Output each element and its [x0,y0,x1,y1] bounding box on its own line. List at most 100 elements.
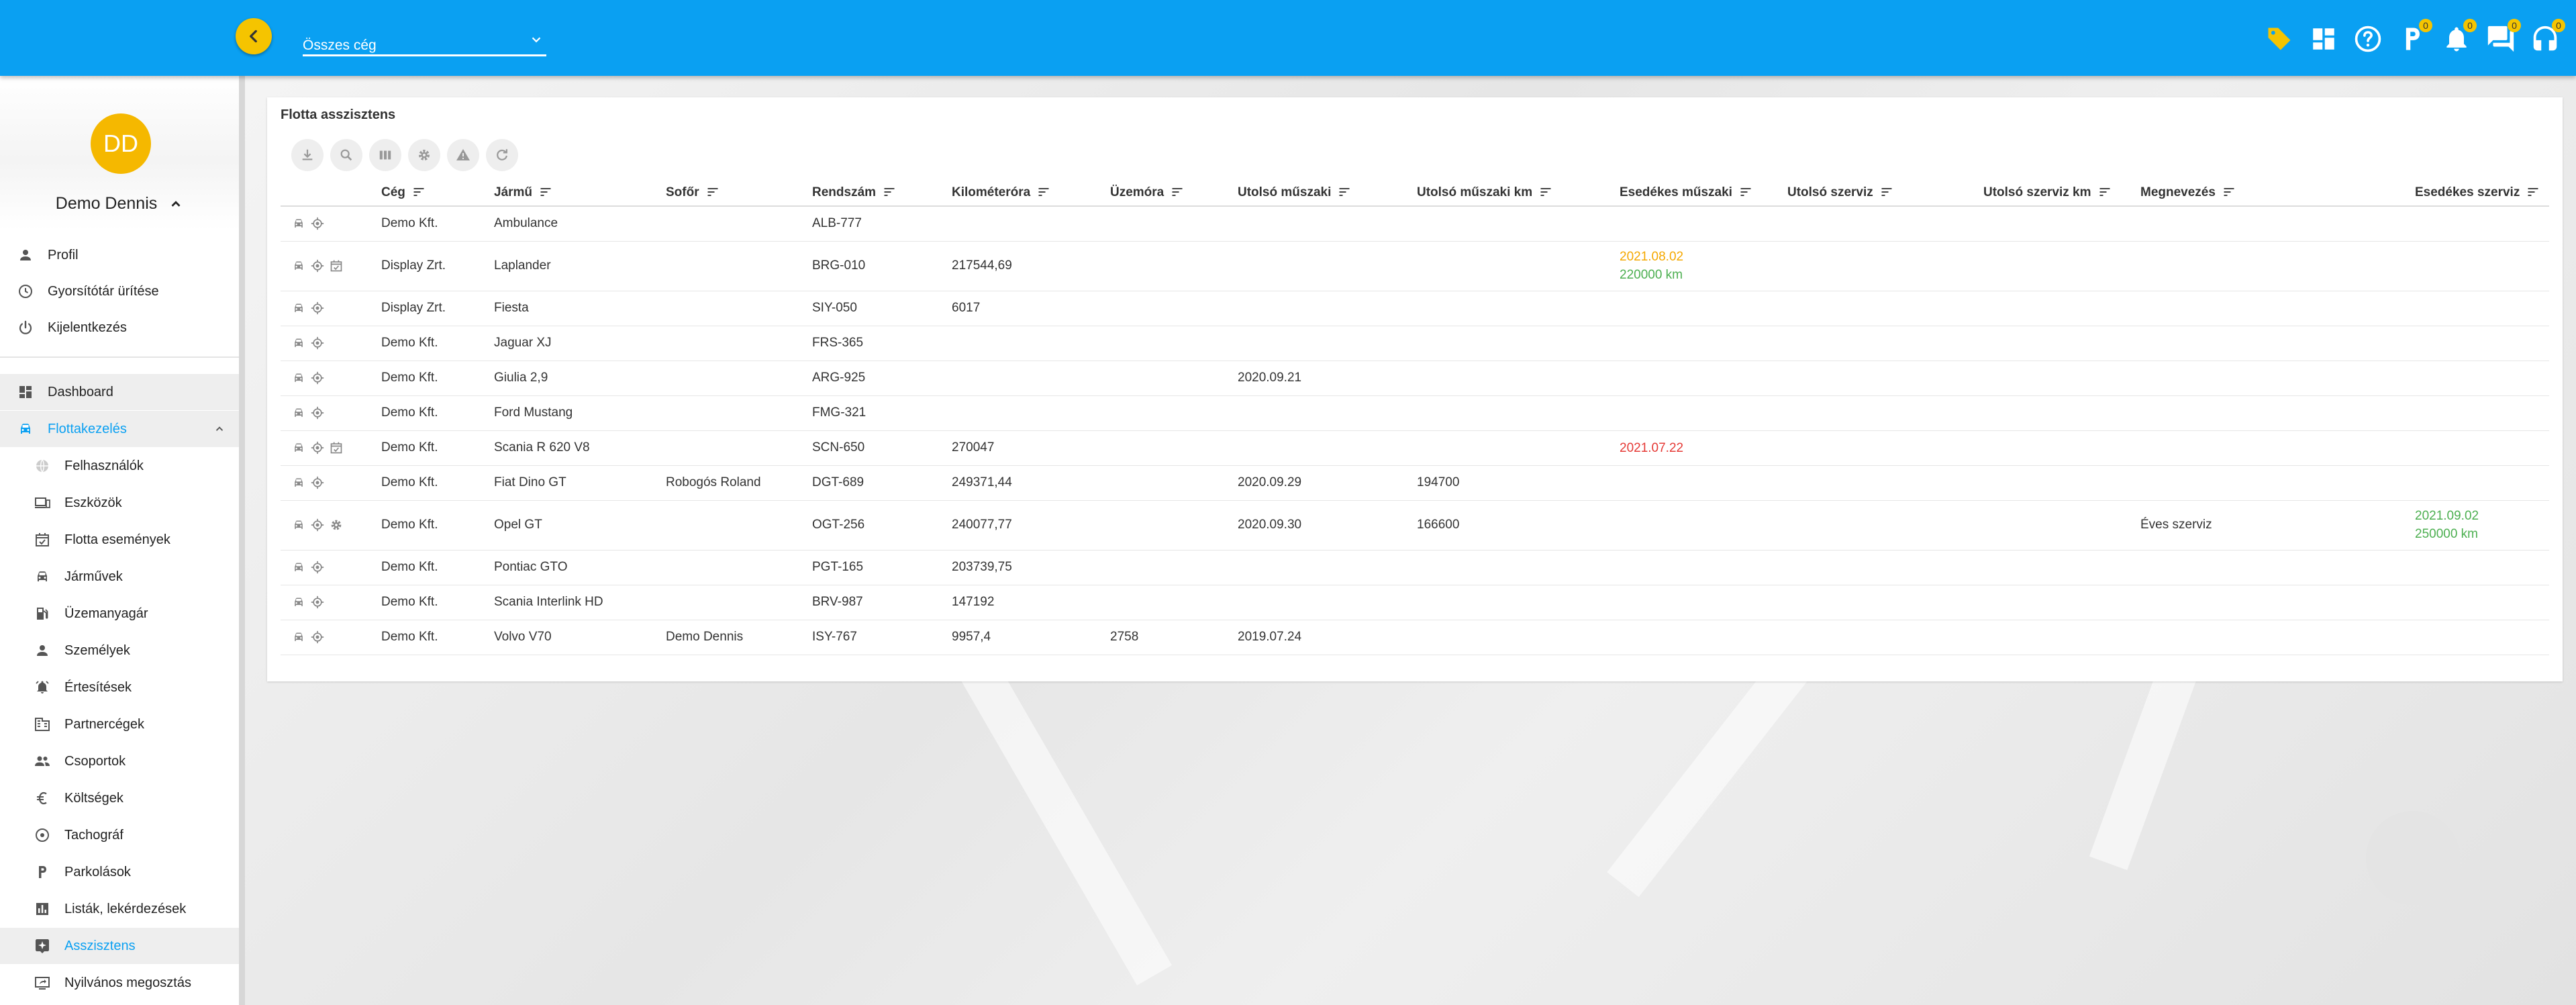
sidebar-scrollbar[interactable] [239,76,245,1005]
car-icon[interactable] [291,371,306,385]
messages-button[interactable]: 0 [2485,19,2521,55]
menu-item-public-share[interactable]: Nyilvános megosztás [0,965,239,1001]
menu-item-costs[interactable]: Költségek [0,780,239,816]
column-header[interactable]: Cég [381,179,494,207]
locate-icon[interactable] [310,258,325,273]
locate-icon[interactable] [310,405,325,420]
column-header[interactable]: Esedékes szerviz [2415,179,2549,207]
menu-item-fleet-events[interactable]: Flotta események [0,522,239,558]
column-header[interactable]: Megnevezés [2140,179,2415,207]
menu-item-label: Csoportok [64,753,126,769]
locate-icon[interactable] [310,560,325,575]
collapse-sidebar-button[interactable] [236,18,272,54]
locate-icon[interactable] [310,475,325,490]
locate-icon[interactable] [310,371,325,385]
chevron-left-icon [250,30,257,43]
cell-km: 249371,44 [952,465,1110,501]
column-header[interactable]: Utolsó szerviz km [1983,179,2140,207]
column-header[interactable]: Üzemóra [1110,179,1238,207]
menu-item-users[interactable]: Felhasználók [0,448,239,484]
table-row[interactable]: Display Zrt. Laplander BRG-010 217544,69 202… [281,241,2549,291]
table-row[interactable]: Demo Kft. Ford Mustang FMG-321 [281,395,2549,431]
column-header[interactable]: Utolsó szerviz [1787,179,1983,207]
car-icon[interactable] [291,405,306,420]
warnings-button[interactable] [447,139,479,171]
locate-icon[interactable] [310,518,325,532]
calendar-check-icon[interactable] [329,440,344,455]
menu-item-partner-companies[interactable]: Partnercégek [0,706,239,743]
menu-item-logout[interactable]: Kijelentkezés [0,309,239,346]
support-button[interactable]: 0 [2529,19,2565,55]
cell-sofor: Robogós Roland [666,465,812,501]
car-icon[interactable] [291,258,306,273]
car-icon[interactable] [291,560,306,575]
refresh-button[interactable] [486,139,518,171]
locate-icon[interactable] [310,595,325,610]
car-icon[interactable] [291,475,306,490]
menu-item-notifications[interactable]: Értesítések [0,669,239,706]
locate-icon[interactable] [310,630,325,644]
locate-icon[interactable] [310,216,325,231]
column-header[interactable]: Esedékes műszaki [1620,179,1787,207]
export-button[interactable] [291,139,324,171]
tag-button[interactable] [2263,23,2295,55]
table-row[interactable]: Demo Kft. Jaguar XJ FRS-365 [281,326,2549,361]
car-icon [17,420,34,438]
column-header[interactable]: Utolsó műszaki km [1417,179,1620,207]
menu-item-clear-cache[interactable]: Gyorsítótár ürítése [0,273,239,309]
table-row[interactable]: Demo Kft. Fiat Dino GT Robogós Roland DGT-6… [281,465,2549,501]
menu-item-groups[interactable]: Csoportok [0,743,239,779]
car-icon[interactable] [291,595,306,610]
table-row[interactable]: Display Zrt. Fiesta SIY-050 6017 [281,291,2549,326]
car-icon[interactable] [291,630,306,644]
menu-item-parking[interactable]: Parkolások [0,854,239,890]
car-icon[interactable] [291,336,306,350]
table-row[interactable]: Demo Kft. Volvo V70 Demo Dennis ISY-767 9957… [281,620,2549,655]
gear-icon[interactable] [329,518,344,532]
cell-uzemora [1110,361,1238,396]
menu-item-assistant[interactable]: Asszisztens [0,928,239,964]
column-header[interactable]: Jármű [494,179,666,207]
columns-button[interactable] [369,139,401,171]
menu-item-fuel-price[interactable]: Üzemanyagár [0,595,239,632]
table-row[interactable]: Demo Kft. Scania R 620 V8 SCN-650 270047 202… [281,430,2549,466]
menu-item-vehicles[interactable]: Járművek [0,559,239,595]
menu-item-reports[interactable]: Listák, lekérdezések [0,891,239,927]
help-button[interactable] [2352,23,2384,55]
parking-button[interactable]: 0 [2396,19,2432,55]
column-header[interactable]: Sofőr [666,179,812,207]
table-row[interactable]: Demo Kft. Scania Interlink HD BRV-987 14719… [281,585,2549,620]
column-header[interactable]: Utolsó műszaki [1238,179,1417,207]
company-select[interactable]: Összes cég [303,30,546,56]
dashboard-grid-button[interactable] [2308,23,2340,55]
menu-item-label: Felhasználók [64,458,144,473]
table-row[interactable]: Demo Kft. Ambulance ALB-777 [281,206,2549,242]
locate-icon[interactable] [310,336,325,350]
cell-uzemora [1110,326,1238,361]
car-icon[interactable] [291,216,306,231]
table-row[interactable]: Demo Kft. Pontiac GTO PGT-165 203739,75 [281,550,2549,585]
menu-item-dashboard[interactable]: Dashboard [0,374,239,410]
table-row[interactable]: Demo Kft. Giulia 2,9 ARG-925 2020.09.21 [281,361,2549,396]
car-icon[interactable] [291,301,306,316]
locate-icon[interactable] [310,301,325,316]
search-button[interactable] [330,139,362,171]
menu-item-tachograph[interactable]: Tachográf [0,817,239,853]
menu-item-persons[interactable]: Személyek [0,632,239,669]
user-name-toggle[interactable]: Demo Dennis [0,194,239,213]
locate-icon[interactable] [310,440,325,455]
cell-ceg: Demo Kft. [381,395,494,431]
settings-button[interactable] [408,139,440,171]
calendar-check-icon[interactable] [329,258,344,273]
notifications-button[interactable]: 0 [2440,19,2477,55]
column-header[interactable]: Rendszám [812,179,952,207]
cell-jarmu: Pontiac GTO [494,550,666,585]
car-icon[interactable] [291,440,306,455]
table-row[interactable]: Demo Kft. Opel GT OGT-256 240077,77 2020.09.… [281,500,2549,551]
car-icon[interactable] [291,518,306,532]
menu-item-fleet-management[interactable]: Flottakezelés [0,411,239,447]
avatar[interactable]: DD [91,113,151,174]
menu-item-profile[interactable]: Profil [0,237,239,273]
column-header[interactable]: Kilométeróra [952,179,1110,207]
menu-item-devices[interactable]: Eszközök [0,485,239,521]
